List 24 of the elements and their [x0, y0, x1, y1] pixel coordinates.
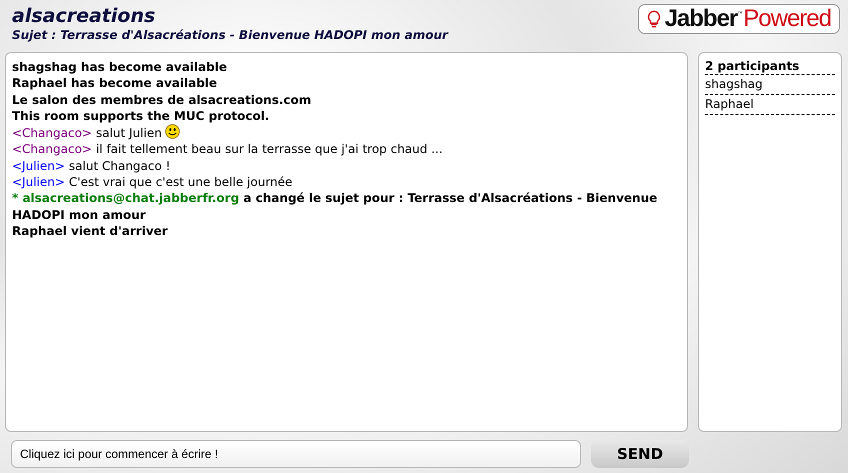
nickname: <Changaco>	[12, 142, 92, 156]
send-button[interactable]: SEND	[591, 440, 689, 468]
status-message: Raphael vient d'arriver	[12, 222, 169, 240]
smiley-icon	[164, 124, 180, 140]
status-message: This room supports the MUC protocol.	[12, 108, 270, 124]
chat-message: il fait tellement beau sur la terrasse que j'ai trop chaud ...	[96, 142, 443, 156]
lightbulb-icon	[646, 9, 661, 29]
participants-count: 2 participants	[705, 59, 835, 75]
jabber-powered-logo: Jabber$^{™}$Powered	[638, 4, 840, 34]
status-message: shagshag has become available	[12, 59, 228, 76]
status-message: Le salon des membres de alsacreations.com	[12, 92, 312, 108]
room-subject: Sujet : Terrasse d'Alsacréations - Bienvenue HADOPI mon amour	[12, 27, 448, 43]
chat-message: salut Julien	[96, 126, 162, 140]
chat-message: salut Changaco !	[68, 158, 170, 173]
topic-change-message: * alsacreations@chat.jabberfr.org a changé le sujet pour : Terrasse d'Alsacréations - Bienvenue HADOPI mon amour	[12, 190, 658, 223]
message-input[interactable]: Cliquez ici pour commencer à écrire !	[11, 440, 581, 468]
participant-item[interactable]: shagshag	[705, 75, 835, 95]
nickname: <Julien>	[12, 175, 65, 190]
participant-item[interactable]: Raphael	[705, 95, 835, 115]
status-message: Raphael has become available	[12, 75, 218, 92]
chat-message: C'est vrai que c'est une belle journée	[68, 175, 292, 190]
room-title: alsacreations	[12, 5, 156, 27]
nickname: <Julien>	[12, 158, 65, 173]
nickname: <Changaco>	[12, 126, 92, 140]
